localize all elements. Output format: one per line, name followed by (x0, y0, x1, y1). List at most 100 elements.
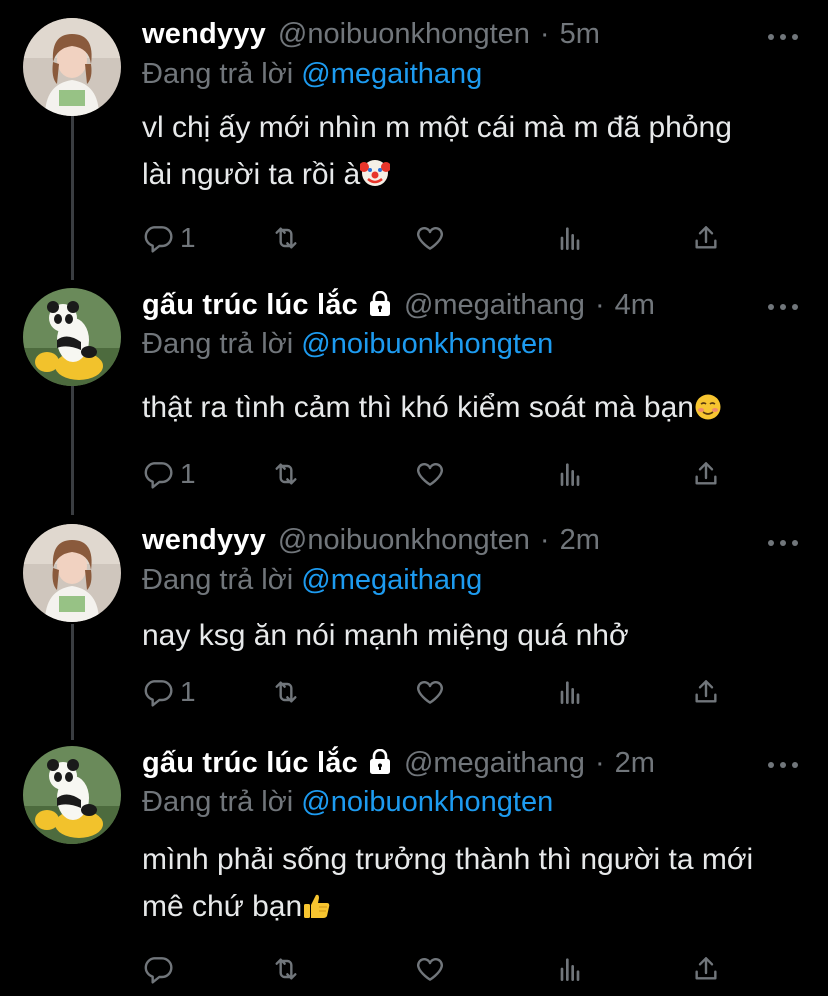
retweet-button[interactable] (270, 951, 302, 987)
views-button[interactable] (554, 456, 586, 492)
avatar[interactable] (23, 18, 121, 116)
timestamp[interactable]: 2m (615, 747, 655, 780)
retweet-icon (275, 227, 297, 249)
retweet-button[interactable] (270, 456, 302, 492)
avatar-image (23, 18, 121, 116)
timestamp[interactable]: 4m (615, 289, 655, 322)
avatar[interactable] (23, 288, 121, 386)
clown-face-icon (360, 160, 391, 186)
tweet-header: wendyyy @noibuonkhongten · 2m (142, 524, 600, 568)
reply-icon (144, 226, 173, 253)
more-icon[interactable] (768, 538, 798, 548)
views-button[interactable] (554, 951, 586, 987)
reply-button[interactable]: 1 (142, 674, 196, 710)
separator: · (539, 524, 550, 556)
display-name[interactable]: gấu trúc lúc lắc (142, 289, 358, 322)
like-icon (417, 681, 443, 704)
more-icon[interactable] (768, 760, 798, 770)
display-name[interactable]: gấu trúc lúc lắc (142, 747, 358, 780)
reply-button[interactable]: 1 (142, 220, 196, 256)
lock-icon (369, 291, 390, 316)
retweet-icon (275, 463, 297, 485)
separator: · (539, 18, 550, 50)
tweet-text-line: mê chứ bạn (142, 890, 303, 923)
separator: · (594, 289, 605, 321)
reply-count: 1 (180, 676, 196, 707)
replying-to: Đang trả lời @megaithang (142, 58, 482, 91)
display-name[interactable]: wendyyy (142, 524, 266, 557)
analytics-icon (560, 463, 580, 486)
share-button[interactable] (690, 220, 722, 256)
replying-to: Đang trả lời @noibuonkhongten (142, 328, 553, 361)
tweet-actions (142, 951, 742, 987)
retweet-button[interactable] (270, 220, 302, 256)
replying-to-label: Đang trả lời (142, 58, 294, 90)
avatar-image (23, 524, 121, 622)
thumbs-up-icon (304, 894, 330, 918)
share-icon (695, 957, 717, 980)
avatar-image (23, 288, 121, 386)
username[interactable]: @megaithang (404, 747, 585, 780)
reply-count: 1 (180, 222, 196, 253)
smiling-face-icon (695, 394, 721, 420)
views-button[interactable] (554, 220, 586, 256)
replying-to: Đang trả lời @megaithang (142, 564, 482, 597)
reply-icon (144, 957, 173, 984)
tweet-header: gấu trúc lúc lắc @megaithang · 4m (142, 288, 655, 332)
tweet-actions: 1 (142, 220, 742, 256)
like-button[interactable] (414, 456, 446, 492)
username[interactable]: @noibuonkhongten (278, 18, 530, 51)
like-button[interactable] (414, 220, 446, 256)
reply-button[interactable]: 1 (142, 456, 196, 492)
username[interactable]: @megaithang (404, 289, 585, 322)
tweet-text: thật ra tình cảm thì khó kiểm soát mà bạ… (142, 384, 802, 431)
retweet-icon (275, 681, 297, 703)
timestamp[interactable]: 5m (560, 18, 600, 51)
tweet-text-line: nay ksg ăn nói mạnh miệng quá nhở (142, 619, 629, 652)
retweet-button[interactable] (270, 674, 302, 710)
share-button[interactable] (690, 456, 722, 492)
like-icon (417, 227, 443, 250)
thread-connector (71, 624, 74, 740)
share-icon (695, 680, 717, 703)
more-icon[interactable] (768, 32, 798, 42)
retweet-icon (275, 958, 297, 980)
replying-to-mention[interactable]: @noibuonkhongten (301, 328, 553, 360)
tweet-text-line: lài người ta rồi à (142, 158, 361, 191)
display-name[interactable]: wendyyy (142, 18, 266, 51)
reply-count: 1 (180, 458, 196, 489)
like-icon (417, 958, 443, 981)
replying-to-label: Đang trả lời (142, 328, 294, 360)
tweet-text: mình phải sống trưởng thành thì người ta… (142, 836, 802, 930)
replying-to-mention[interactable]: @noibuonkhongten (301, 786, 553, 818)
replying-to-mention[interactable]: @megaithang (301, 564, 482, 596)
share-icon (695, 462, 717, 485)
analytics-icon (560, 681, 580, 704)
like-button[interactable] (414, 951, 446, 987)
tweet-header: wendyyy @noibuonkhongten · 5m (142, 18, 600, 62)
like-button[interactable] (414, 674, 446, 710)
reply-icon (144, 462, 173, 489)
replying-to-label: Đang trả lời (142, 786, 294, 818)
username[interactable]: @noibuonkhongten (278, 524, 530, 557)
tweet-text: nay ksg ăn nói mạnh miệng quá nhở (142, 612, 802, 659)
lock-icon (369, 749, 390, 774)
analytics-icon (560, 227, 580, 250)
thread-connector (71, 112, 74, 280)
tweet-header: gấu trúc lúc lắc @megaithang · 2m (142, 746, 655, 790)
like-icon (417, 463, 443, 486)
replying-to: Đang trả lời @noibuonkhongten (142, 786, 553, 819)
replying-to-mention[interactable]: @megaithang (301, 58, 482, 90)
timestamp[interactable]: 2m (560, 524, 600, 557)
more-icon[interactable] (768, 302, 798, 312)
reply-button[interactable] (142, 951, 180, 987)
avatar[interactable] (23, 524, 121, 622)
avatar[interactable] (23, 746, 121, 844)
share-button[interactable] (690, 674, 722, 710)
share-button[interactable] (690, 951, 722, 987)
views-button[interactable] (554, 674, 586, 710)
tweet-text-line: mình phải sống trưởng thành thì người ta… (142, 843, 754, 876)
tweet-text-line: vl chị ấy mới nhìn m một cái mà m đã phỏ… (142, 111, 732, 144)
tweet-actions: 1 (142, 456, 742, 492)
thread-connector (71, 385, 74, 515)
